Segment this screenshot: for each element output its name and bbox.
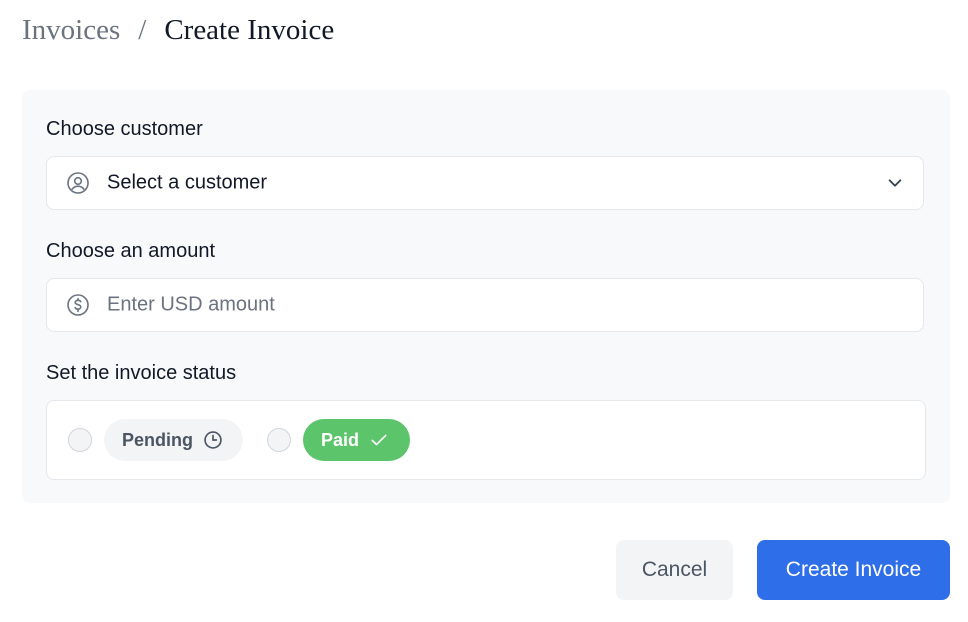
breadcrumb-current-page: Create Invoice: [164, 14, 335, 46]
clock-icon: [203, 430, 223, 450]
paid-option[interactable]: Paid: [303, 419, 410, 461]
pending-label: Pending: [122, 429, 193, 450]
cancel-button[interactable]: Cancel: [616, 540, 733, 600]
create-invoice-form: Choose customer Select a customer Choose…: [22, 90, 950, 503]
user-circle-icon: [66, 171, 90, 195]
check-icon: [369, 430, 389, 450]
create-invoice-button[interactable]: Create Invoice: [757, 540, 950, 600]
pending-option[interactable]: Pending: [104, 419, 243, 461]
status-options: Pending Paid: [46, 400, 926, 480]
dollar-circle-icon: [66, 293, 90, 317]
paid-radio[interactable]: [267, 428, 291, 452]
amount-input-placeholder: Enter USD amount: [107, 293, 275, 316]
chevron-down-icon: [885, 173, 905, 193]
paid-label: Paid: [321, 429, 360, 450]
customer-select[interactable]: Select a customer: [46, 156, 924, 210]
amount-label: Choose an amount: [46, 240, 216, 262]
breadcrumb-separator: /: [138, 14, 147, 46]
status-label: Set the invoice status: [46, 362, 237, 384]
breadcrumb-invoices-link[interactable]: Invoices: [22, 14, 120, 47]
breadcrumb: Invoices / Create Invoice: [22, 14, 334, 47]
customer-label: Choose customer: [46, 118, 203, 140]
customer-select-value: Select a customer: [107, 171, 268, 194]
amount-field[interactable]: Enter USD amount: [46, 278, 924, 332]
pending-radio[interactable]: [68, 428, 92, 452]
